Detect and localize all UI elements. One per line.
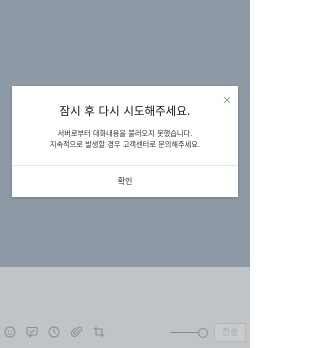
dialog-message: 서버로부터 대화내용을 불러오지 못했습니다. 지속적으로 발생할 경우 고객센… <box>12 128 238 150</box>
emoji-icon[interactable] <box>3 325 17 339</box>
chat-bubble-icon[interactable] <box>25 325 39 339</box>
slider-thumb[interactable] <box>198 328 208 338</box>
dialog-title: 잠시 후 다시 시도해주세요. <box>59 104 191 118</box>
crop-icon[interactable] <box>92 325 106 339</box>
input-toolbar: 전송 <box>0 322 250 344</box>
dialog-message-line-1: 서버로부터 대화내용을 불러오지 못했습니다. <box>57 129 193 138</box>
send-button[interactable]: 전송 <box>214 323 246 342</box>
chat-window: 전송 잠시 후 다시 시도해주세요. 서버로부터 대화내용을 불러오지 못했습니… <box>0 0 250 348</box>
close-icon[interactable] <box>222 90 232 104</box>
error-dialog: 잠시 후 다시 시도해주세요. 서버로부터 대화내용을 불러오지 못했습니다. … <box>12 86 238 197</box>
attachment-icon[interactable] <box>70 325 84 339</box>
dialog-message-line-2: 지속적으로 발생할 경우 고객센터로 문의해주세요. <box>49 140 201 149</box>
confirm-button[interactable]: 확인 <box>12 166 238 197</box>
clock-icon[interactable] <box>47 325 61 339</box>
